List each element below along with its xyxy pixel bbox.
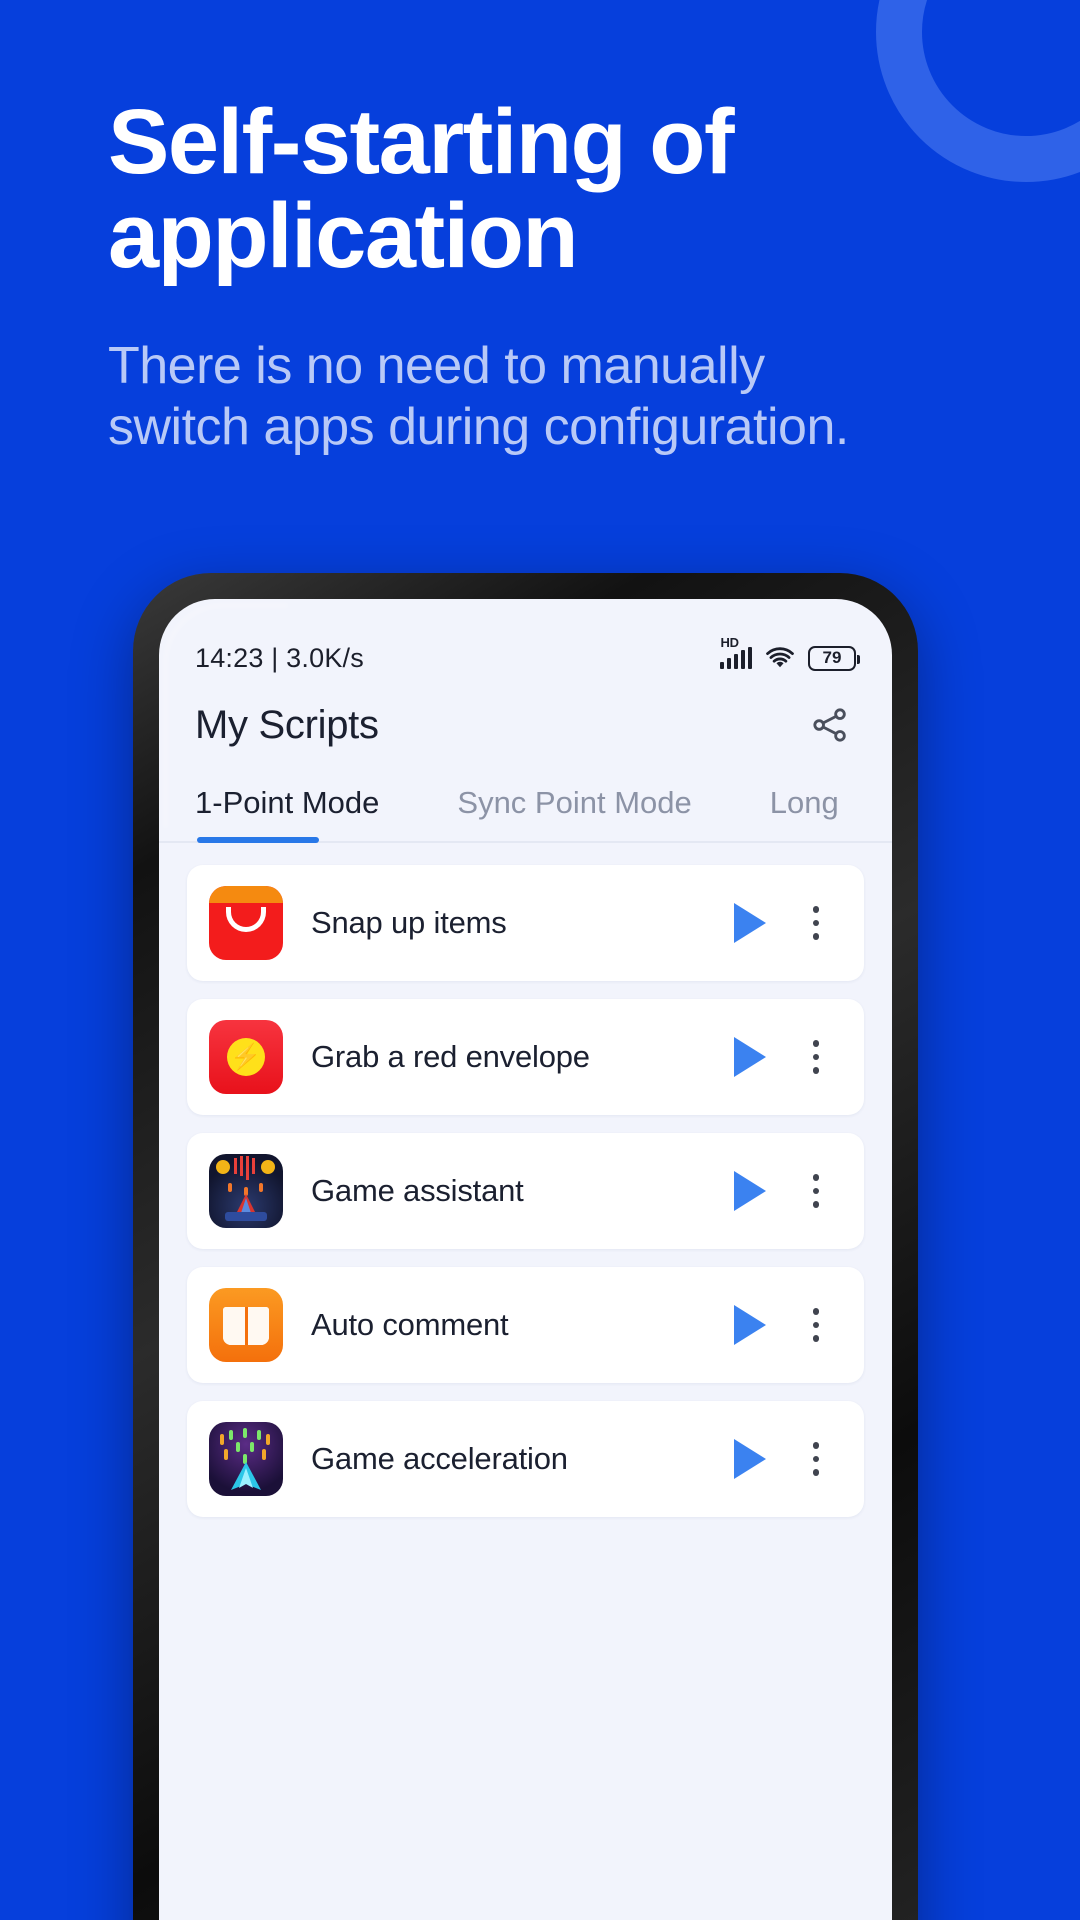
space-shooter-icon bbox=[209, 1154, 283, 1228]
more-options-button[interactable] bbox=[794, 1163, 838, 1219]
play-button[interactable] bbox=[724, 1165, 776, 1217]
list-item[interactable]: Auto comment bbox=[187, 1267, 864, 1383]
script-name: Game assistant bbox=[311, 1173, 524, 1208]
script-list: Snap up items ⚡ Grab a red envelope Game… bbox=[159, 843, 892, 1517]
more-options-button[interactable] bbox=[794, 1431, 838, 1487]
more-options-button[interactable] bbox=[794, 895, 838, 951]
script-name: Game acceleration bbox=[311, 1441, 568, 1476]
app-title: My Scripts bbox=[195, 702, 379, 747]
more-options-button[interactable] bbox=[794, 1297, 838, 1353]
app-bar: My Scripts bbox=[159, 677, 892, 751]
page-title: Self-starting of application bbox=[108, 91, 735, 287]
play-button[interactable] bbox=[724, 897, 776, 949]
hd-label: HD bbox=[720, 634, 739, 650]
tab-long-press-mode[interactable]: Long bbox=[770, 785, 839, 841]
phone-screen: 14:23 | 3.0K/s HD 79 My Scripts 1-Point … bbox=[159, 599, 892, 1920]
shopping-bag-icon bbox=[209, 886, 283, 960]
status-icons: HD 79 bbox=[719, 635, 860, 671]
battery-icon: 79 bbox=[808, 645, 860, 671]
script-name: Grab a red envelope bbox=[311, 1039, 590, 1074]
play-icon bbox=[734, 1439, 766, 1479]
list-item[interactable]: Game assistant bbox=[187, 1133, 864, 1249]
page-subtitle: There is no need to manually switch apps… bbox=[108, 336, 849, 457]
play-icon bbox=[734, 1037, 766, 1077]
battery-level: 79 bbox=[822, 648, 842, 667]
script-name: Auto comment bbox=[311, 1307, 509, 1342]
script-name: Snap up items bbox=[311, 905, 507, 940]
play-button[interactable] bbox=[724, 1299, 776, 1351]
play-button[interactable] bbox=[724, 1031, 776, 1083]
play-icon bbox=[734, 903, 766, 943]
red-envelope-icon: ⚡ bbox=[209, 1020, 283, 1094]
play-button[interactable] bbox=[724, 1433, 776, 1485]
tab-bar: 1-Point Mode Sync Point Mode Long bbox=[159, 751, 892, 843]
wifi-icon bbox=[766, 647, 794, 668]
tab-1-point-mode[interactable]: 1-Point Mode bbox=[195, 785, 379, 843]
signal-bars-icon: HD bbox=[719, 635, 752, 669]
promo-copy: Self-starting of application There is no… bbox=[108, 91, 968, 458]
open-book-icon bbox=[209, 1288, 283, 1362]
galaxy-attack-icon bbox=[209, 1422, 283, 1496]
promo-screenshot: Self-starting of application There is no… bbox=[0, 0, 1080, 1920]
status-bar: 14:23 | 3.0K/s HD 79 bbox=[159, 599, 892, 677]
more-options-button[interactable] bbox=[794, 1029, 838, 1085]
list-item[interactable]: ⚡ Grab a red envelope bbox=[187, 999, 864, 1115]
share-icon bbox=[813, 708, 846, 742]
status-time-and-speed: 14:23 | 3.0K/s bbox=[195, 642, 364, 673]
tab-sync-point-mode[interactable]: Sync Point Mode bbox=[457, 785, 691, 841]
phone-mockup: 14:23 | 3.0K/s HD 79 My Scripts 1-Point … bbox=[133, 573, 918, 1920]
list-item[interactable]: Snap up items bbox=[187, 865, 864, 981]
play-icon bbox=[734, 1171, 766, 1211]
list-item[interactable]: Game acceleration bbox=[187, 1401, 864, 1517]
share-button[interactable] bbox=[804, 699, 856, 751]
play-icon bbox=[734, 1305, 766, 1345]
